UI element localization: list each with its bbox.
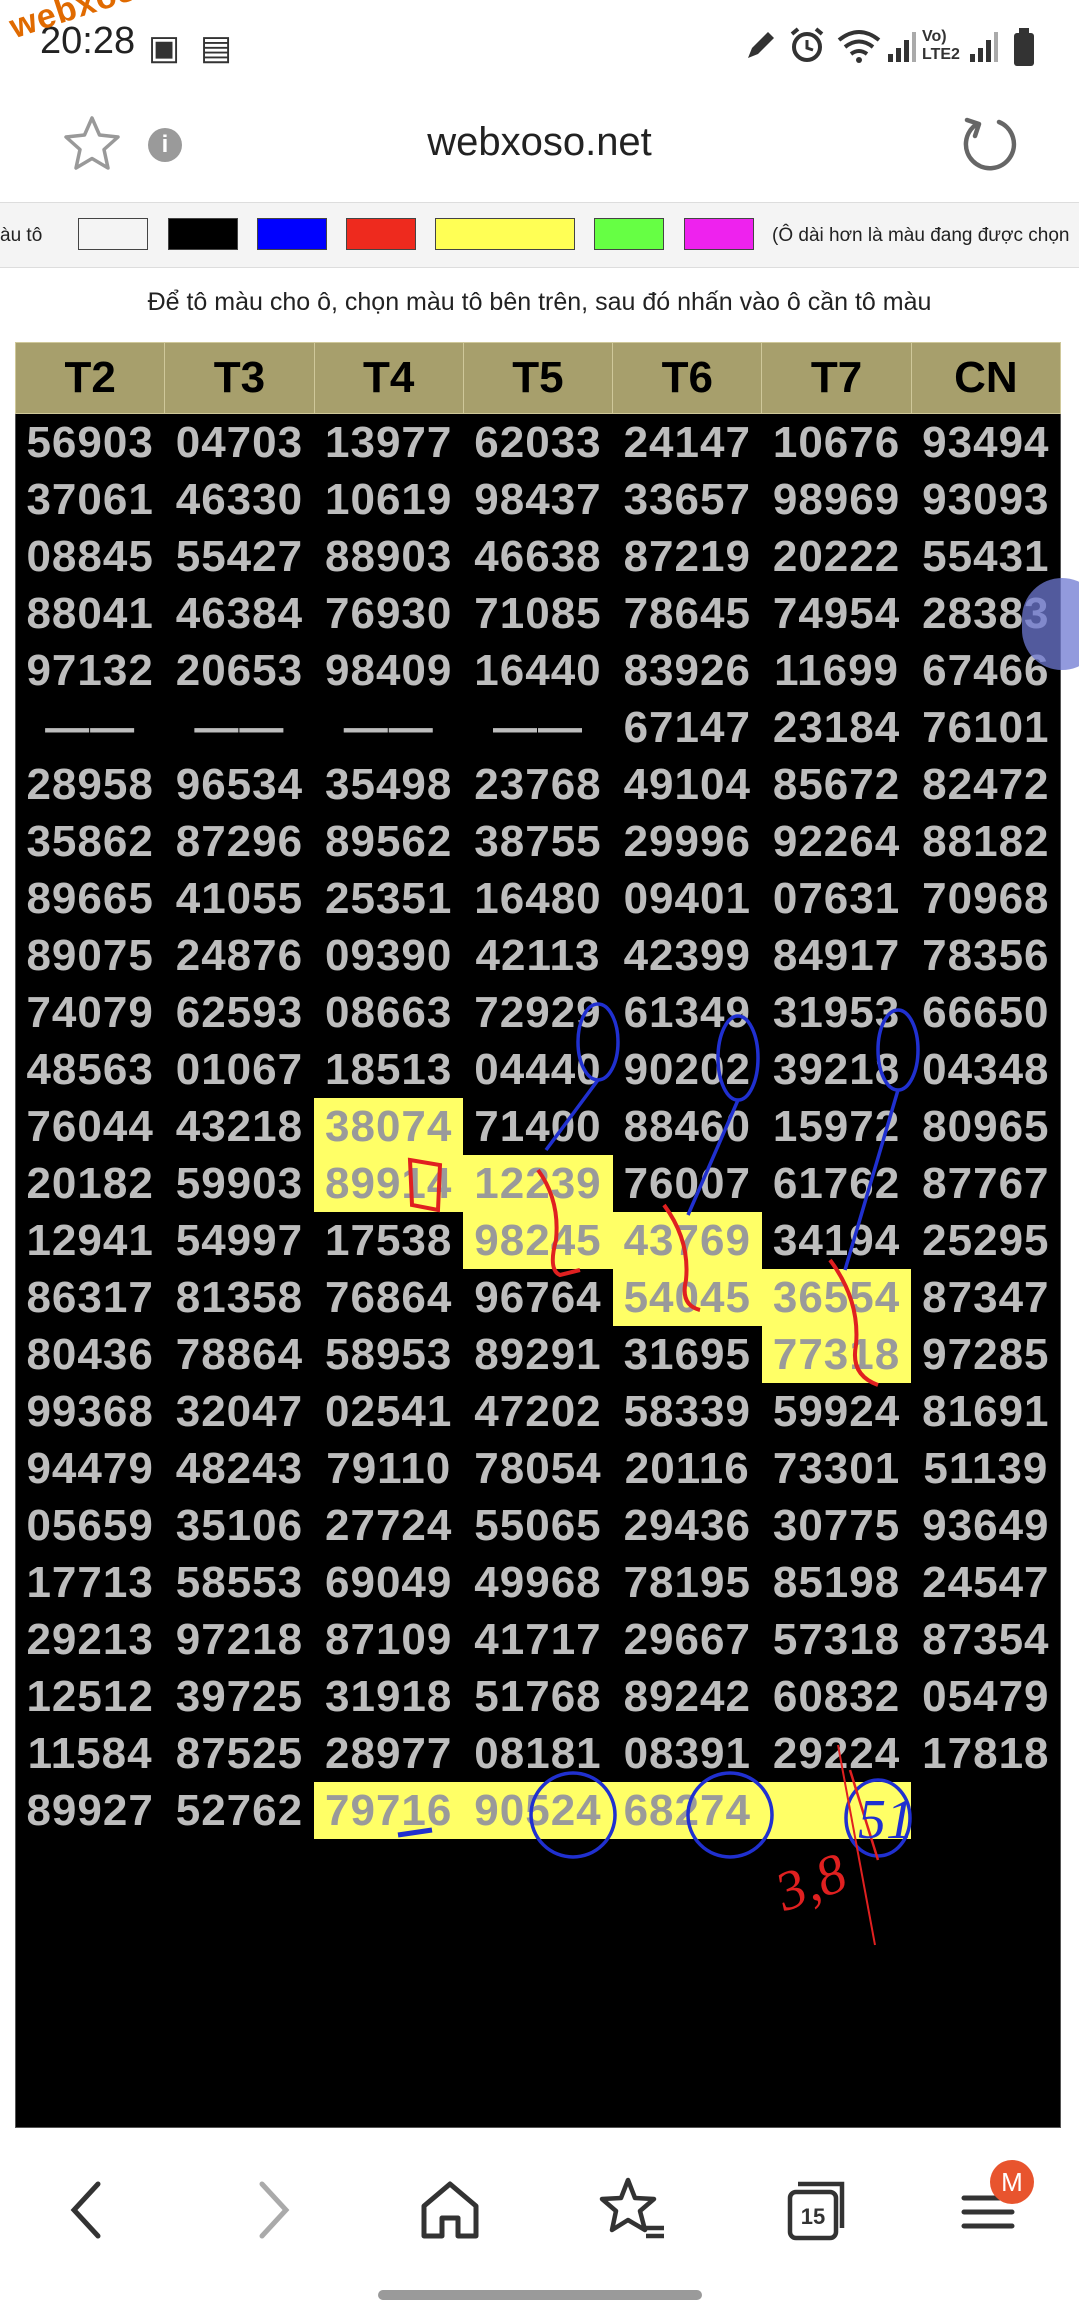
gesture-bar[interactable] [378, 2290, 702, 2300]
blue-circle-5 [686, 1771, 774, 1859]
blue-lines [544, 1078, 900, 1271]
home-icon[interactable] [410, 2170, 490, 2250]
red-note: 3,8 [767, 1842, 855, 1925]
tab-count: 15 [800, 2204, 826, 2229]
red-mark-1 [407, 1157, 443, 1213]
blue-note: 51 [858, 1789, 914, 1851]
blue-circle-1 [576, 1002, 620, 1082]
forward-icon[interactable] [232, 2170, 312, 2250]
blue-circle-4 [529, 1771, 617, 1859]
back-icon[interactable] [48, 2170, 128, 2250]
bookmarks-icon[interactable] [592, 2170, 672, 2250]
blue-circle-2 [716, 1014, 760, 1102]
profile-badge: M [990, 2160, 1034, 2204]
blue-circle-3 [876, 1008, 920, 1092]
tabs-button[interactable]: 15 [776, 2170, 856, 2250]
handwritten-annotations: 3,8 51 [397, 1002, 920, 1946]
